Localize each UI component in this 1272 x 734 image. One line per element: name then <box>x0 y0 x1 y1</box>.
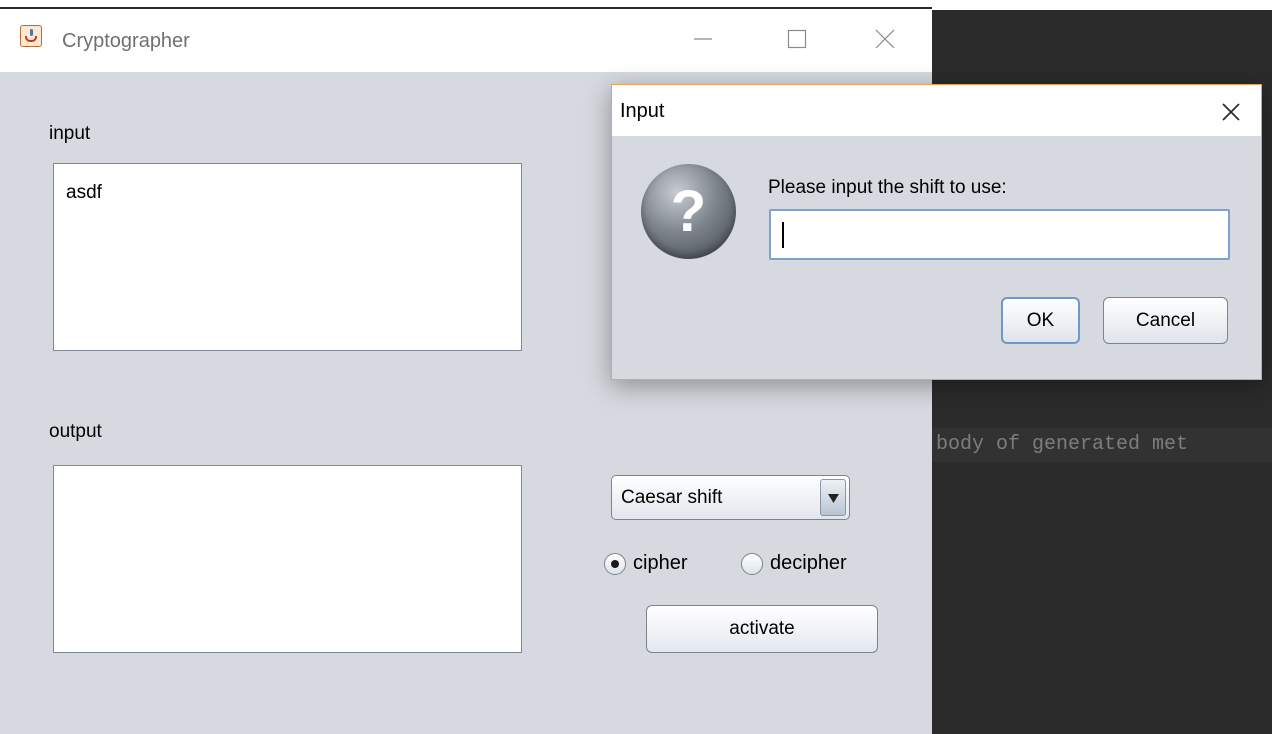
dialog-close-button[interactable] <box>1211 93 1249 131</box>
dropdown-arrow-button[interactable] <box>820 479 846 516</box>
chevron-down-icon <box>828 494 839 503</box>
main-titlebar[interactable]: Cryptographer <box>0 10 932 72</box>
cipher-radio-label: cipher <box>633 552 688 574</box>
ok-button[interactable]: OK <box>1001 297 1080 344</box>
cipher-type-dropdown[interactable]: Caesar shift <box>611 475 850 520</box>
shift-input-field[interactable] <box>769 209 1230 260</box>
background-code-line: body of generated met <box>932 428 1272 462</box>
output-textarea[interactable] <box>53 465 522 653</box>
maximize-icon <box>787 29 807 49</box>
close-icon <box>1222 103 1240 121</box>
decipher-radio-label: decipher <box>770 552 847 574</box>
close-button[interactable] <box>862 16 908 62</box>
minimize-icon <box>694 38 712 40</box>
dropdown-selected-value: Caesar shift <box>621 487 723 508</box>
minimize-button[interactable] <box>680 16 726 62</box>
dialog-title: Input <box>620 100 665 122</box>
radio-button-selected[interactable] <box>604 553 626 575</box>
dialog-message: Please input the shift to use: <box>768 177 1007 198</box>
dialog-titlebar[interactable]: Input <box>612 85 1261 136</box>
input-dialog: Input ? Please input the shift to use: O… <box>611 84 1262 380</box>
window-title: Cryptographer <box>62 30 190 52</box>
java-app-icon <box>20 25 42 47</box>
close-icon <box>875 29 895 49</box>
text-caret <box>782 222 784 248</box>
input-label: input <box>49 123 91 144</box>
input-textarea[interactable]: asdf <box>53 163 522 351</box>
output-label: output <box>49 421 102 442</box>
maximize-button[interactable] <box>774 16 820 62</box>
cancel-button[interactable]: Cancel <box>1103 297 1228 344</box>
activate-button[interactable]: activate <box>646 605 878 653</box>
top-edge-strip <box>0 0 1272 10</box>
question-icon: ? <box>641 164 736 259</box>
radio-button-unselected[interactable] <box>741 553 763 575</box>
